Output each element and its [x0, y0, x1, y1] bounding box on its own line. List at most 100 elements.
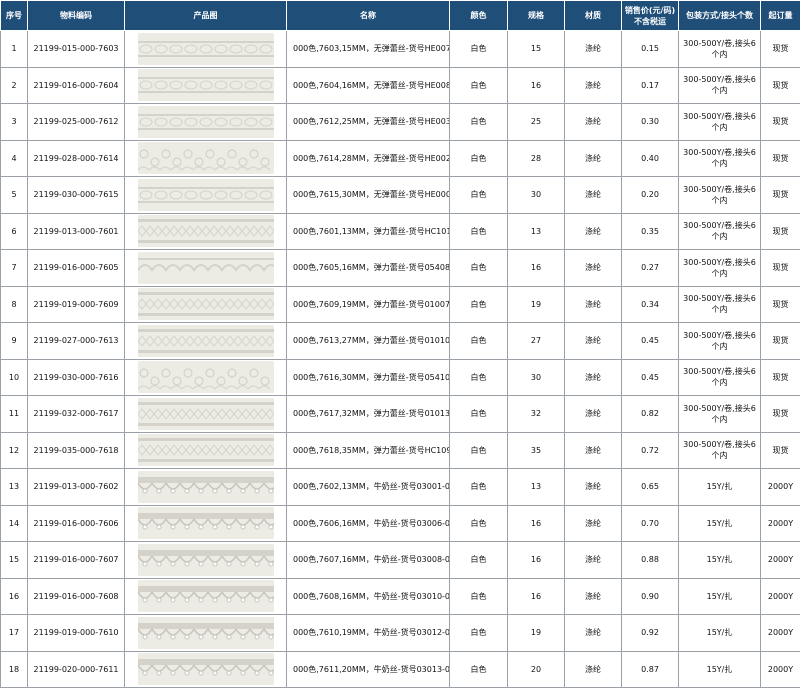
cell-color: 白色: [450, 396, 508, 433]
cell-price: 0.70: [622, 505, 679, 542]
cell-no: 3: [1, 104, 28, 141]
cell-no: 13: [1, 469, 28, 506]
cell-image: [125, 396, 287, 433]
cell-name: 000色,7606,16MM，牛奶丝-货号03006-016-000: [287, 505, 450, 542]
cell-price: 0.15: [622, 31, 679, 68]
lace-sample-image: [138, 471, 274, 503]
cell-color: 白色: [450, 104, 508, 141]
cell-no: 11: [1, 396, 28, 433]
cell-material: 涤纶: [565, 213, 622, 250]
cell-price: 0.45: [622, 359, 679, 396]
cell-material: 涤纶: [565, 505, 622, 542]
cell-moq: 现货: [761, 140, 800, 177]
cell-material: 涤纶: [565, 578, 622, 615]
cell-image: [125, 31, 287, 68]
header-pack: 包装方式/接头个数: [679, 1, 761, 31]
cell-material: 涤纶: [565, 359, 622, 396]
cell-color: 白色: [450, 140, 508, 177]
header-no: 序号: [1, 1, 28, 31]
table-row: 621199-013-000-7601000色,7601,13MM，弹力蕾丝-货…: [1, 213, 800, 250]
cell-no: 15: [1, 542, 28, 579]
cell-code: 21199-019-000-7610: [28, 615, 125, 652]
cell-material: 涤纶: [565, 67, 622, 104]
table-row: 1621199-016-000-7608 000色,7608,16MM，牛奶丝-货…: [1, 578, 800, 615]
cell-price: 0.45: [622, 323, 679, 360]
cell-price: 0.88: [622, 542, 679, 579]
cell-spec: 16: [508, 67, 565, 104]
cell-no: 16: [1, 578, 28, 615]
cell-code: 21199-016-000-7604: [28, 67, 125, 104]
cell-no: 5: [1, 177, 28, 214]
table-row: 821199-019-000-7609000色,7609,19MM，弹力蕾丝-货…: [1, 286, 800, 323]
cell-code: 21199-013-000-7602: [28, 469, 125, 506]
cell-material: 涤纶: [565, 469, 622, 506]
cell-name: 000色,7614,28MM，无弹蕾丝-货号HE0026-28-000: [287, 140, 450, 177]
cell-price: 0.27: [622, 250, 679, 287]
cell-pack: 300-500Y/卷,接头6个内: [679, 323, 761, 360]
cell-name: 000色,7610,19MM，牛奶丝-货号03012-019-000: [287, 615, 450, 652]
cell-color: 白色: [450, 651, 508, 688]
cell-spec: 16: [508, 542, 565, 579]
cell-price: 0.30: [622, 104, 679, 141]
cell-image: [125, 432, 287, 469]
lace-sample-image: [138, 653, 274, 685]
cell-moq: 现货: [761, 286, 800, 323]
lace-sample-image: [138, 361, 274, 393]
cell-color: 白色: [450, 177, 508, 214]
cell-no: 10: [1, 359, 28, 396]
lace-sample-image: [138, 215, 274, 247]
cell-image: [125, 177, 287, 214]
cell-pack: 300-500Y/卷,接头6个内: [679, 250, 761, 287]
cell-code: 21199-025-000-7612: [28, 104, 125, 141]
table-row: 1421199-016-000-7606 000色,7606,16MM，牛奶丝-货…: [1, 505, 800, 542]
cell-no: 7: [1, 250, 28, 287]
cell-code: 21199-016-000-7608: [28, 578, 125, 615]
cell-moq: 现货: [761, 396, 800, 433]
cell-material: 涤纶: [565, 250, 622, 287]
cell-material: 涤纶: [565, 177, 622, 214]
cell-pack: 15Y/扎: [679, 615, 761, 652]
cell-code: 21199-016-000-7606: [28, 505, 125, 542]
cell-color: 白色: [450, 615, 508, 652]
cell-image: [125, 213, 287, 250]
lace-sample-image: [138, 325, 274, 357]
header-row: 序号 物料编码 产品图 名称 颜色 规格 材质 销售价(元/码) 不含税运 包装…: [1, 1, 800, 31]
cell-pack: 15Y/扎: [679, 651, 761, 688]
cell-spec: 19: [508, 615, 565, 652]
table-row: 121199-015-000-7603000色,7603,15MM，无弹蕾丝-货…: [1, 31, 800, 68]
cell-code: 21199-035-000-7618: [28, 432, 125, 469]
lace-sample-image: [138, 33, 274, 65]
table-row: 521199-030-000-7615000色,7615,30MM，无弹蕾丝-货…: [1, 177, 800, 214]
cell-price: 0.72: [622, 432, 679, 469]
cell-material: 涤纶: [565, 542, 622, 579]
table-row: 1821199-020-000-7611000色,7611,20MM，牛奶丝-货…: [1, 651, 800, 688]
lace-sample-image: [138, 434, 274, 466]
cell-image: [125, 104, 287, 141]
cell-image: [125, 250, 287, 287]
cell-name: 000色,7613,27MM，弹力蕾丝-货号01010-027-000: [287, 323, 450, 360]
cell-moq: 2000Y: [761, 578, 800, 615]
cell-color: 白色: [450, 286, 508, 323]
cell-moq: 现货: [761, 104, 800, 141]
lace-sample-image: [138, 142, 274, 174]
header-spec: 规格: [508, 1, 565, 31]
cell-no: 8: [1, 286, 28, 323]
cell-no: 14: [1, 505, 28, 542]
cell-color: 白色: [450, 432, 508, 469]
cell-material: 涤纶: [565, 615, 622, 652]
cell-no: 2: [1, 67, 28, 104]
cell-code: 21199-028-000-7614: [28, 140, 125, 177]
cell-code: 21199-013-000-7601: [28, 213, 125, 250]
cell-pack: 300-500Y/卷,接头6个内: [679, 213, 761, 250]
cell-color: 白色: [450, 67, 508, 104]
cell-no: 9: [1, 323, 28, 360]
cell-spec: 19: [508, 286, 565, 323]
cell-moq: 现货: [761, 323, 800, 360]
cell-name: 000色,7608,16MM，牛奶丝-货号03010-016-000: [287, 578, 450, 615]
cell-pack: 15Y/扎: [679, 578, 761, 615]
cell-code: 21199-027-000-7613: [28, 323, 125, 360]
cell-name: 000色,7603,15MM，无弹蕾丝-货号HE0076-15-000: [287, 31, 450, 68]
header-price: 销售价(元/码) 不含税运: [622, 1, 679, 31]
cell-material: 涤纶: [565, 651, 622, 688]
cell-name: 000色,7615,30MM，无弹蕾丝-货号HE0009-30-000: [287, 177, 450, 214]
